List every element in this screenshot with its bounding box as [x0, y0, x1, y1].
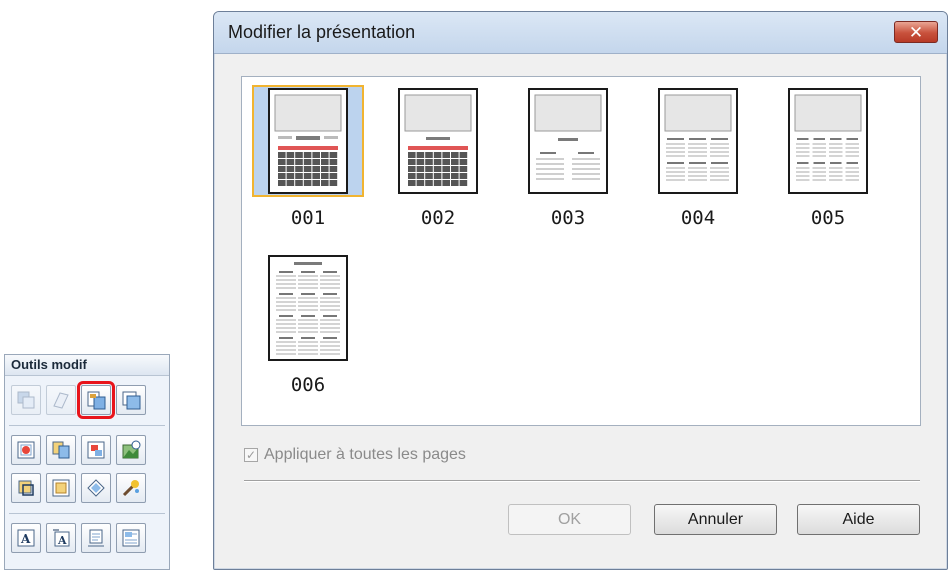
- tool-row-text: A A: [11, 523, 146, 553]
- cancel-button[interactable]: Annuler: [654, 504, 777, 535]
- calendar-layout-thumbnail: [788, 88, 868, 194]
- dialog-titlebar[interactable]: Modifier la présentation ✕: [214, 12, 947, 54]
- calendar-preview-icon: [664, 94, 732, 181]
- svg-text:A: A: [20, 532, 31, 546]
- palette-separator: [9, 425, 165, 426]
- correct-image-icon[interactable]: [116, 435, 146, 465]
- dialog-divider: [244, 480, 920, 482]
- date-icon[interactable]: [81, 523, 111, 553]
- swap-image-icon[interactable]: [46, 435, 76, 465]
- tool-row-arrange: [11, 381, 146, 419]
- layout-option-004[interactable]: 004: [642, 85, 754, 235]
- layout-label: 003: [550, 207, 586, 229]
- layout-option-005[interactable]: 005: [772, 85, 884, 235]
- layout-thumbnail-frame: [772, 85, 884, 197]
- layout-option-002[interactable]: 002: [382, 85, 494, 235]
- ok-button[interactable]: OK: [508, 504, 631, 535]
- calendar-layout-thumbnail: [268, 88, 348, 194]
- layout-label: 002: [420, 207, 456, 229]
- layout-label: 004: [680, 207, 716, 229]
- layout-thumbnail-frame: [512, 85, 624, 197]
- send-backward-icon[interactable]: [11, 385, 41, 415]
- calendar-preview-icon: [404, 94, 472, 186]
- calendar-preview-icon: [794, 94, 862, 181]
- rotate-icon[interactable]: [81, 473, 111, 503]
- image-position-icon[interactable]: [81, 435, 111, 465]
- change-layout-icon[interactable]: [77, 381, 115, 419]
- tool-row-image-2: [11, 473, 146, 503]
- layout-option-006[interactable]: 006: [252, 252, 364, 402]
- layout-option-003[interactable]: 003: [512, 85, 624, 235]
- calendar-layout-thumbnail: [268, 255, 348, 361]
- apply-all-pages-label: Appliquer à toutes les pages: [264, 446, 466, 463]
- calendar-layout-thumbnail: [528, 88, 608, 194]
- apply-all-pages-checkbox[interactable]: ✓: [244, 448, 258, 462]
- calendar-settings-icon[interactable]: [116, 523, 146, 553]
- close-button[interactable]: ✕: [894, 21, 938, 43]
- calendar-preview-icon: [276, 262, 340, 355]
- dialog-title: Modifier la présentation: [228, 22, 416, 42]
- change-layout-dialog: Modifier la présentation ✕ 001 002 003 004 0…: [213, 11, 948, 570]
- frame-icon[interactable]: [46, 473, 76, 503]
- close-icon: ✕: [908, 22, 924, 42]
- layout-thumbnail-frame: [252, 85, 364, 197]
- effects-icon[interactable]: [116, 473, 146, 503]
- layout-option-001[interactable]: 001: [252, 85, 364, 235]
- layout-thumbnail-frame: [252, 252, 364, 364]
- layout-thumbnail-frame: [382, 85, 494, 197]
- calendar-layout-thumbnail: [398, 88, 478, 194]
- help-button[interactable]: Aide: [797, 504, 920, 535]
- tool-row-image: [11, 435, 146, 465]
- crop-icon[interactable]: [11, 473, 41, 503]
- apply-all-pages-option[interactable]: ✓ Appliquer à toutes les pages: [244, 446, 466, 464]
- layout-label: 001: [290, 207, 326, 229]
- layout-thumbnail-frame: [642, 85, 754, 197]
- add-image-icon[interactable]: [11, 435, 41, 465]
- calendar-preview-icon: [274, 94, 342, 186]
- calendar-preview-icon: [534, 94, 602, 180]
- bring-forward-icon[interactable]: [46, 385, 76, 415]
- layout-label: 006: [290, 374, 326, 396]
- checkmark-icon: ✓: [245, 448, 257, 462]
- edit-tools-palette: Outils modif A A: [4, 354, 170, 570]
- palette-title: Outils modif: [5, 355, 169, 376]
- palette-separator: [9, 513, 165, 514]
- add-text-icon[interactable]: A: [11, 523, 41, 553]
- vertical-text-icon[interactable]: A: [46, 523, 76, 553]
- change-background-icon[interactable]: [116, 385, 146, 415]
- layout-label: 005: [810, 207, 846, 229]
- svg-text:A: A: [57, 534, 67, 547]
- layout-list[interactable]: 001 002 003 004 005 006: [241, 76, 921, 426]
- calendar-layout-thumbnail: [658, 88, 738, 194]
